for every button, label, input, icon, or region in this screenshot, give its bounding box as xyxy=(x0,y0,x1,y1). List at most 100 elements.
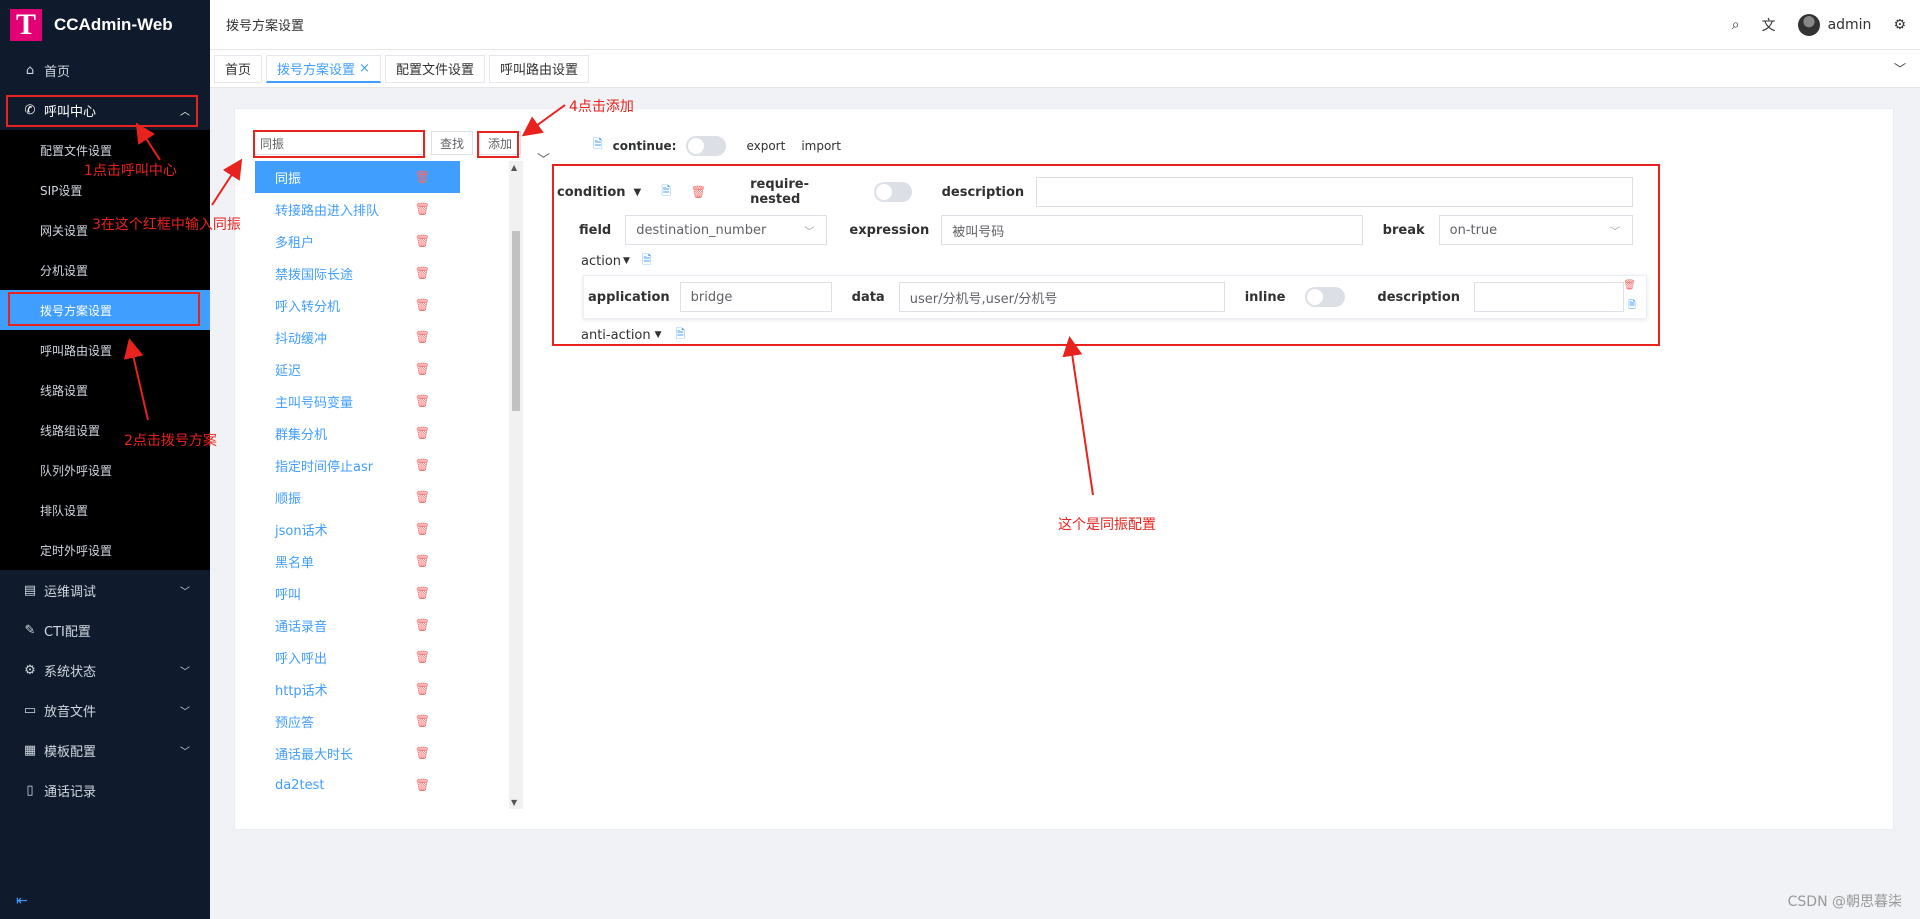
trash-icon[interactable]: 🗑 xyxy=(415,778,430,792)
sidebar: T CCAdmin-Web ⌂ 首页 ✆ 呼叫中心 ︿ 配置文件设置 SIP设置 网关… xyxy=(0,0,210,919)
app-title: CCAdmin-Web xyxy=(54,15,173,34)
list-item[interactable]: 指定时间停止asr 🗑 xyxy=(255,449,460,481)
folder-icon: ▭ xyxy=(23,702,37,718)
header: 拨号方案设置 ⌕ 文 admin ⚙ xyxy=(210,0,1920,50)
chevron-down-icon[interactable]: ﹀ xyxy=(537,149,550,168)
sidebar-item-queue-call[interactable]: 队列外呼设置 xyxy=(0,450,210,490)
chevron-down-icon[interactable]: ﹀ xyxy=(1894,60,1906,77)
annotation-note: 这个是同振配置 xyxy=(1058,517,1156,533)
list-item[interactable]: 黑名单 🗑 xyxy=(255,545,460,577)
sidebar-item-extension[interactable]: 分机设置 xyxy=(0,250,210,290)
menu-ops[interactable]: ▤ 运维调试 ﹀ xyxy=(0,570,210,610)
annotation-step2: 2点击拨号方案 xyxy=(124,433,217,449)
annotation-step3: 3在这个红框中输入同振 xyxy=(92,217,241,233)
sidebar-item-route[interactable]: 呼叫路由设置 xyxy=(0,330,210,370)
trash-icon[interactable]: 🗑 xyxy=(415,266,430,280)
tab-profile[interactable]: 配置文件设置 xyxy=(384,54,485,83)
scroll-thumb[interactable] xyxy=(512,231,520,411)
list-item[interactable]: 转接路由进入排队 🗑 xyxy=(255,193,460,225)
list-item[interactable]: 呼入转分机 🗑 xyxy=(255,289,460,321)
breadcrumb: 拨号方案设置 xyxy=(226,19,305,34)
edit-icon: ✎ xyxy=(24,622,36,638)
trash-icon[interactable]: 🗑 xyxy=(415,714,430,728)
list-item[interactable]: 呼叫 🗑 xyxy=(255,577,460,609)
list-item[interactable]: da2test 🗑 xyxy=(255,769,460,801)
find-button[interactable]: 查找 xyxy=(431,131,474,155)
add-doc-icon[interactable]: 🗎 xyxy=(593,135,603,156)
header-actions: ⌕ 文 admin ⚙ xyxy=(1732,0,1906,50)
tab-dialplan[interactable]: 拨号方案设置 × xyxy=(266,54,381,83)
list-item[interactable]: 多租户 🗑 xyxy=(255,225,460,257)
chevron-down-icon: ﹀ xyxy=(180,706,190,718)
list-item[interactable]: json话术 🗑 xyxy=(255,513,460,545)
scroll-up-icon[interactable]: ▲ xyxy=(511,163,517,172)
collapse-menu-icon[interactable]: ⇤ xyxy=(16,893,28,909)
trash-icon[interactable]: 🗑 xyxy=(415,298,430,312)
trash-icon[interactable]: 🗑 xyxy=(415,682,430,696)
chevron-down-icon: ﹀ xyxy=(180,586,190,598)
menu-records[interactable]: ▯ 通话记录 xyxy=(0,770,210,810)
menu-home[interactable]: ⌂ 首页 xyxy=(0,50,210,90)
menu-audio[interactable]: ▭ 放音文件 ﹀ xyxy=(0,690,210,730)
continue-switch[interactable] xyxy=(686,135,727,156)
list-item[interactable]: 抖动缓冲 🗑 xyxy=(255,321,460,353)
trash-icon[interactable]: 🗑 xyxy=(415,426,430,440)
list-item[interactable]: 通话最大时长 🗑 xyxy=(255,737,460,769)
annotation-box-callcenter xyxy=(6,95,198,127)
trash-icon[interactable]: 🗑 xyxy=(415,586,430,600)
sidebar-item-queue[interactable]: 排队设置 xyxy=(0,490,210,530)
trash-icon[interactable]: 🗑 xyxy=(415,746,430,760)
annotation-step4: 4点击添加 xyxy=(569,99,634,115)
trash-icon[interactable]: 🗑 xyxy=(415,458,430,472)
search-icon[interactable]: ⌕ xyxy=(1732,17,1740,33)
list-item[interactable]: 延迟 🗑 xyxy=(255,353,460,385)
tab-home[interactable]: 首页 xyxy=(214,54,263,83)
list-item[interactable]: 群集分机 🗑 xyxy=(255,417,460,449)
tab-route[interactable]: 呼叫路由设置 xyxy=(488,54,589,83)
trash-icon[interactable]: 🗑 xyxy=(415,170,430,184)
menu-system[interactable]: ⚙ 系统状态 ﹀ xyxy=(0,650,210,690)
template-icon: ▦ xyxy=(23,742,37,758)
chevron-down-icon: ﹀ xyxy=(180,666,190,678)
trash-icon[interactable]: 🗑 xyxy=(415,554,430,568)
settings-icon[interactable]: ⚙ xyxy=(1893,17,1906,33)
translate-icon[interactable]: 文 xyxy=(1762,15,1776,35)
list-scrollbar[interactable]: ▲ ▼ xyxy=(509,161,523,809)
watermark: CSDN @朝思暮柒 xyxy=(1787,894,1902,910)
user-menu[interactable]: admin xyxy=(1797,14,1871,36)
trash-icon[interactable]: 🗑 xyxy=(415,202,430,216)
list-item[interactable]: 主叫号码变量 🗑 xyxy=(255,385,460,417)
trash-icon[interactable]: 🗑 xyxy=(415,362,430,376)
scroll-down-icon[interactable]: ▼ xyxy=(511,798,517,807)
list-item[interactable]: 禁拨国际长途 🗑 xyxy=(255,257,460,289)
close-icon[interactable]: × xyxy=(359,61,370,76)
annotation-box-search xyxy=(253,130,425,158)
logo-icon: T xyxy=(10,8,42,41)
list-item[interactable]: 呼入呼出 🗑 xyxy=(255,641,460,673)
import-button[interactable]: import xyxy=(801,139,841,153)
list-item[interactable]: 预应答 🗑 xyxy=(255,705,460,737)
notebook-icon: ▯ xyxy=(26,782,34,798)
sidebar-item-timed-call[interactable]: 定时外呼设置 xyxy=(0,530,210,570)
list-item[interactable]: http话术 🗑 xyxy=(255,673,460,705)
list-item[interactable]: 通话录音 🗑 xyxy=(255,609,460,641)
home-icon: ⌂ xyxy=(25,62,35,78)
menu-cti[interactable]: ✎ CTI配置 xyxy=(0,610,210,650)
trash-icon[interactable]: 🗑 xyxy=(415,618,430,632)
dialplan-list: 同振 🗑 转接路由进入排队 🗑 多租户 🗑 禁拨国际长途 🗑 呼入转分机 🗑 抖动缓冲 🗑 … xyxy=(255,161,460,809)
callcenter-submenu: 配置文件设置 SIP设置 网关设置 分机设置 拨号方案设置 呼叫路由设置 线路设… xyxy=(0,130,210,570)
export-button[interactable]: export xyxy=(746,139,785,153)
trash-icon[interactable]: 🗑 xyxy=(415,522,430,536)
sidebar-item-line[interactable]: 线路设置 xyxy=(0,370,210,410)
trash-icon[interactable]: 🗑 xyxy=(415,330,430,344)
trash-icon[interactable]: 🗑 xyxy=(415,234,430,248)
list-item[interactable]: 同振 🗑 xyxy=(255,161,460,193)
annotation-box-config xyxy=(552,164,1660,346)
chevron-down-icon: ﹀ xyxy=(180,746,190,758)
annotation-step1: 1点击呼叫中心 xyxy=(84,163,177,179)
trash-icon[interactable]: 🗑 xyxy=(415,394,430,408)
trash-icon[interactable]: 🗑 xyxy=(415,650,430,664)
list-item[interactable]: 顺振 🗑 xyxy=(255,481,460,513)
menu-template[interactable]: ▦ 模板配置 ﹀ xyxy=(0,730,210,770)
trash-icon[interactable]: 🗑 xyxy=(415,490,430,504)
